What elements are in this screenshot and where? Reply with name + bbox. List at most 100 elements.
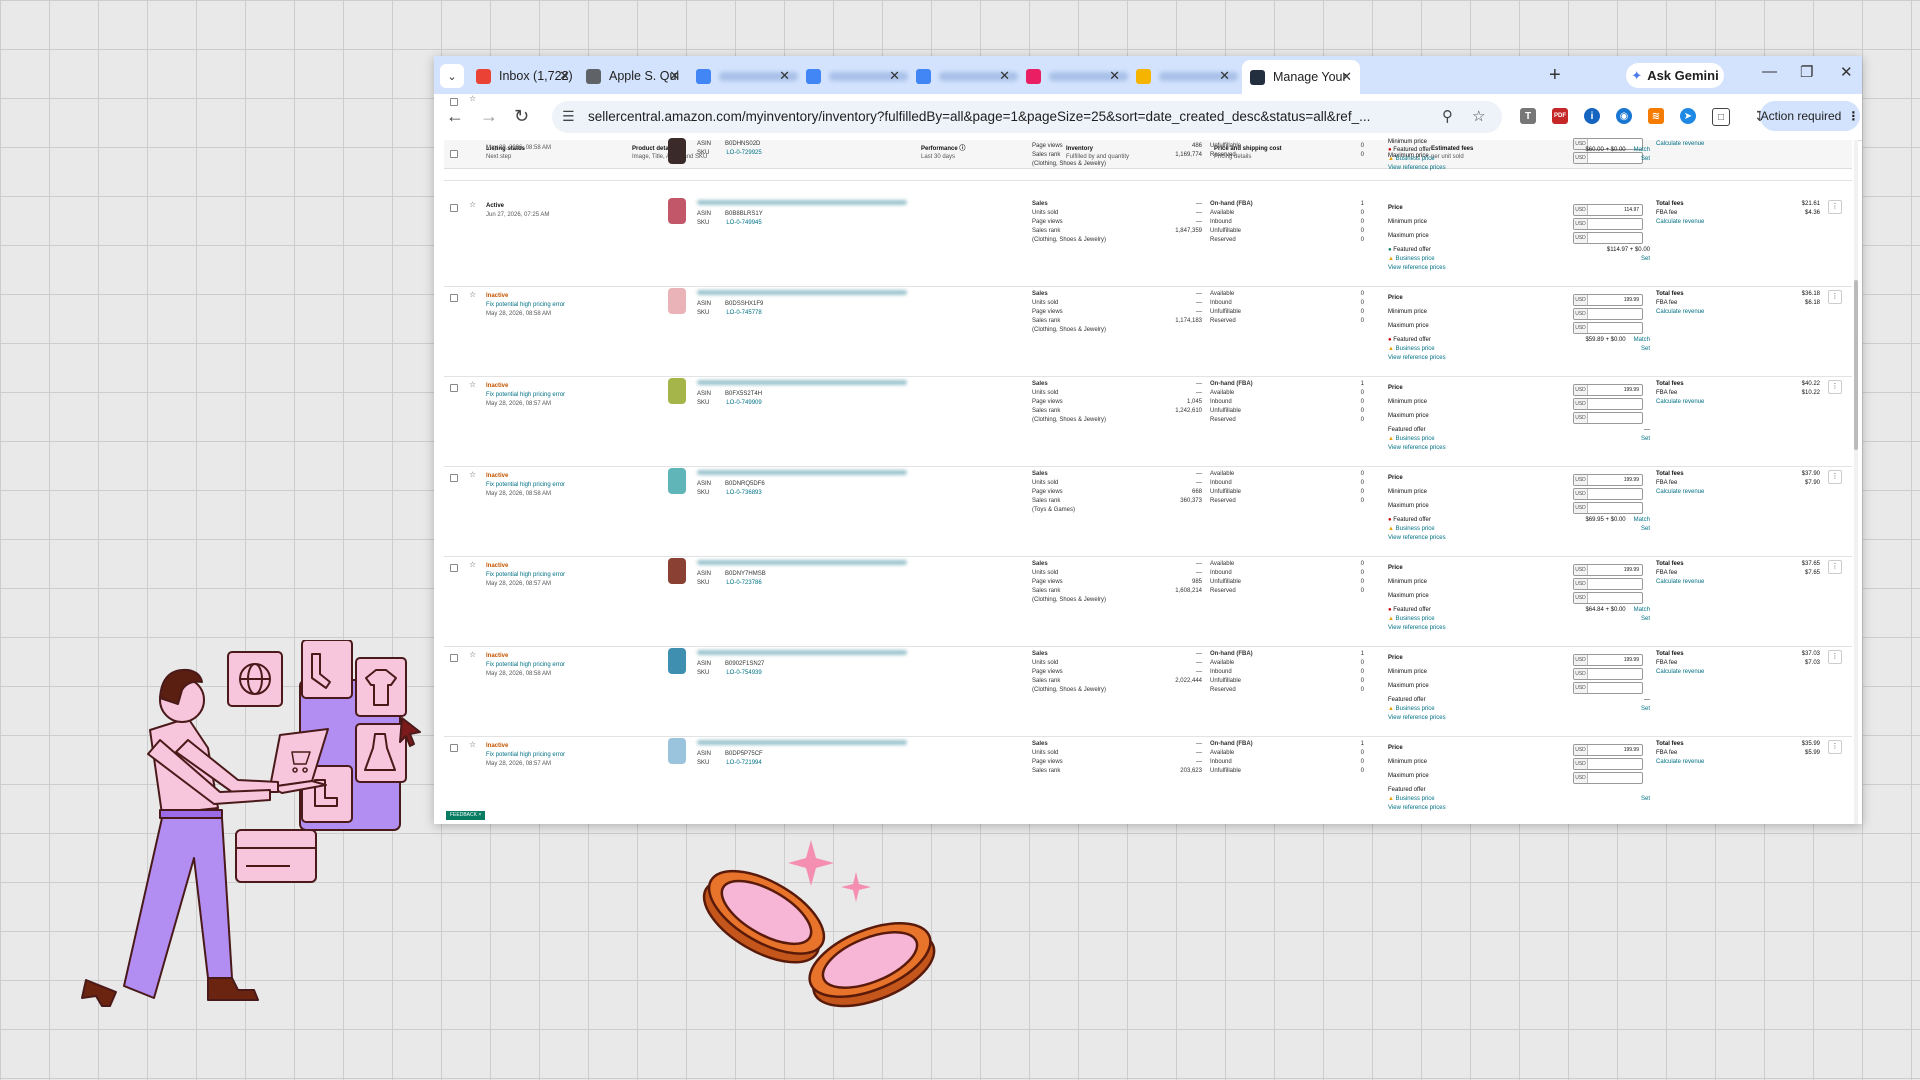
product-image[interactable] xyxy=(668,138,686,164)
sku-link[interactable]: LO-0-749945 xyxy=(726,220,761,226)
set-link[interactable]: Set xyxy=(1641,615,1650,624)
favorite-star-icon[interactable]: ☆ xyxy=(469,470,476,479)
calculate-revenue-link[interactable]: Calculate revenue xyxy=(1656,579,1704,585)
row-actions-menu-icon[interactable]: ⋮ xyxy=(1828,380,1842,394)
max-price-input[interactable]: USD xyxy=(1573,502,1643,514)
set-link[interactable]: Set xyxy=(1641,155,1650,164)
product-title-blurred[interactable] xyxy=(697,470,907,475)
product-image[interactable] xyxy=(668,288,686,314)
fix-pricing-error-link[interactable]: Fix potential high pricing error xyxy=(486,751,565,760)
price-input[interactable]: USD 199.99 xyxy=(1573,294,1643,306)
row-checkbox[interactable] xyxy=(450,384,458,392)
tab-close-icon[interactable]: ✕ xyxy=(779,68,790,84)
fix-pricing-error-link[interactable]: Fix potential high pricing error xyxy=(486,391,565,400)
price-input[interactable]: USD 199.99 xyxy=(1573,384,1643,396)
view-reference-prices-link[interactable]: View reference prices xyxy=(1388,445,1446,451)
min-price-input[interactable]: USD xyxy=(1573,758,1643,770)
max-price-input[interactable]: USD xyxy=(1573,322,1643,334)
view-reference-prices-link[interactable]: View reference prices xyxy=(1388,805,1446,811)
price-input[interactable]: USD 199.99 xyxy=(1573,564,1643,576)
min-price-input[interactable]: USD xyxy=(1573,218,1643,230)
tab-close-icon[interactable]: ✕ xyxy=(559,68,570,84)
min-price-input[interactable]: USD xyxy=(1573,578,1643,590)
product-title-blurred[interactable] xyxy=(697,380,907,385)
favorite-star-icon[interactable]: ☆ xyxy=(469,290,476,299)
browser-tab[interactable]: Apple S. Qui ✕ xyxy=(582,62,688,90)
price-input[interactable]: USD 114.97 xyxy=(1573,204,1643,216)
new-tab-button[interactable]: + xyxy=(1549,64,1561,87)
feedback-button[interactable]: FEEDBACK × xyxy=(446,811,486,820)
fix-pricing-error-link[interactable]: Fix potential high pricing error xyxy=(486,661,565,670)
favorite-star-icon[interactable]: ☆ xyxy=(469,380,476,389)
match-link[interactable]: Match xyxy=(1634,517,1650,523)
row-actions-menu-icon[interactable]: ⋮ xyxy=(1828,290,1842,304)
browser-tab[interactable]: ✕ xyxy=(1132,62,1238,90)
calculate-revenue-link[interactable]: Calculate revenue xyxy=(1656,141,1704,147)
set-link[interactable]: Set xyxy=(1641,345,1650,354)
fix-pricing-error-link[interactable]: Fix potential high pricing error xyxy=(486,571,565,580)
product-image[interactable] xyxy=(668,198,686,224)
browser-tab[interactable]: ✕ xyxy=(1022,62,1128,90)
set-link[interactable]: Set xyxy=(1641,435,1650,444)
favorite-star-icon[interactable]: ☆ xyxy=(469,740,476,749)
sku-link[interactable]: LO-0-736893 xyxy=(726,490,761,496)
tab-close-icon[interactable]: ✕ xyxy=(889,68,900,84)
max-price-input[interactable]: USD xyxy=(1573,232,1643,244)
row-checkbox[interactable] xyxy=(450,654,458,662)
product-title-blurred[interactable] xyxy=(697,290,907,295)
tab-close-icon[interactable]: ✕ xyxy=(669,68,680,84)
favorite-star-icon[interactable]: ☆ xyxy=(469,650,476,659)
product-image[interactable] xyxy=(668,648,686,674)
page-scrollbar[interactable] xyxy=(1854,140,1858,824)
max-price-input[interactable]: USD xyxy=(1573,412,1643,424)
tab-close-icon[interactable]: ✕ xyxy=(1341,69,1352,85)
row-checkbox[interactable] xyxy=(450,204,458,212)
row-checkbox[interactable] xyxy=(450,98,458,106)
close-window-button[interactable]: ✕ xyxy=(1840,63,1853,81)
row-actions-menu-icon[interactable]: ⋮ xyxy=(1828,740,1842,754)
view-reference-prices-link[interactable]: View reference prices xyxy=(1388,625,1446,631)
browser-tab[interactable]: ✕ xyxy=(692,62,798,90)
browser-tab[interactable]: Inbox (1,722) ✕ xyxy=(472,62,578,90)
set-link[interactable]: Set xyxy=(1641,795,1650,804)
product-image[interactable] xyxy=(668,558,686,584)
row-actions-menu-icon[interactable]: ⋮ xyxy=(1828,470,1842,484)
view-reference-prices-link[interactable]: View reference prices xyxy=(1388,165,1446,171)
product-image[interactable] xyxy=(668,468,686,494)
browser-tab[interactable]: Manage Your ✕ xyxy=(1242,60,1360,94)
sku-link[interactable]: LO-0-754939 xyxy=(726,670,761,676)
view-reference-prices-link[interactable]: View reference prices xyxy=(1388,535,1446,541)
calculate-revenue-link[interactable]: Calculate revenue xyxy=(1656,669,1704,675)
ask-gemini-button[interactable]: ✦ Ask Gemini xyxy=(1626,63,1724,88)
max-price-input[interactable]: USD xyxy=(1573,592,1643,604)
tab-close-icon[interactable]: ✕ xyxy=(999,68,1010,84)
row-checkbox[interactable] xyxy=(450,744,458,752)
browser-tab[interactable]: ✕ xyxy=(802,62,908,90)
sku-link[interactable]: LO-0-745778 xyxy=(726,310,761,316)
product-image[interactable] xyxy=(668,378,686,404)
sku-link[interactable]: LO-0-723786 xyxy=(726,580,761,586)
price-input[interactable]: USD 199.99 xyxy=(1573,474,1643,486)
favorite-star-icon[interactable]: ☆ xyxy=(469,200,476,209)
product-title-blurred[interactable] xyxy=(697,560,907,565)
view-reference-prices-link[interactable]: View reference prices xyxy=(1388,715,1446,721)
row-actions-menu-icon[interactable]: ⋮ xyxy=(1828,650,1842,664)
min-price-input[interactable]: USD xyxy=(1573,488,1643,500)
min-price-input[interactable]: USD xyxy=(1573,668,1643,680)
favorite-star-icon[interactable]: ☆ xyxy=(469,94,476,103)
row-checkbox[interactable] xyxy=(450,294,458,302)
calculate-revenue-link[interactable]: Calculate revenue xyxy=(1656,219,1704,225)
restore-button[interactable]: ❐ xyxy=(1800,63,1813,81)
calculate-revenue-link[interactable]: Calculate revenue xyxy=(1656,309,1704,315)
match-link[interactable]: Match xyxy=(1634,147,1650,153)
browser-tab[interactable]: ✕ xyxy=(912,62,1018,90)
match-link[interactable]: Match xyxy=(1634,337,1650,343)
minimize-button[interactable]: — xyxy=(1762,63,1777,80)
tab-search-button[interactable]: ⌄ xyxy=(440,64,464,88)
product-title-blurred[interactable] xyxy=(697,740,907,745)
match-link[interactable]: Match xyxy=(1634,607,1650,613)
favorite-star-icon[interactable]: ☆ xyxy=(469,560,476,569)
sku-link[interactable]: LO-0-721994 xyxy=(726,760,761,766)
set-link[interactable]: Set xyxy=(1641,705,1650,714)
set-link[interactable]: Set xyxy=(1641,525,1650,534)
